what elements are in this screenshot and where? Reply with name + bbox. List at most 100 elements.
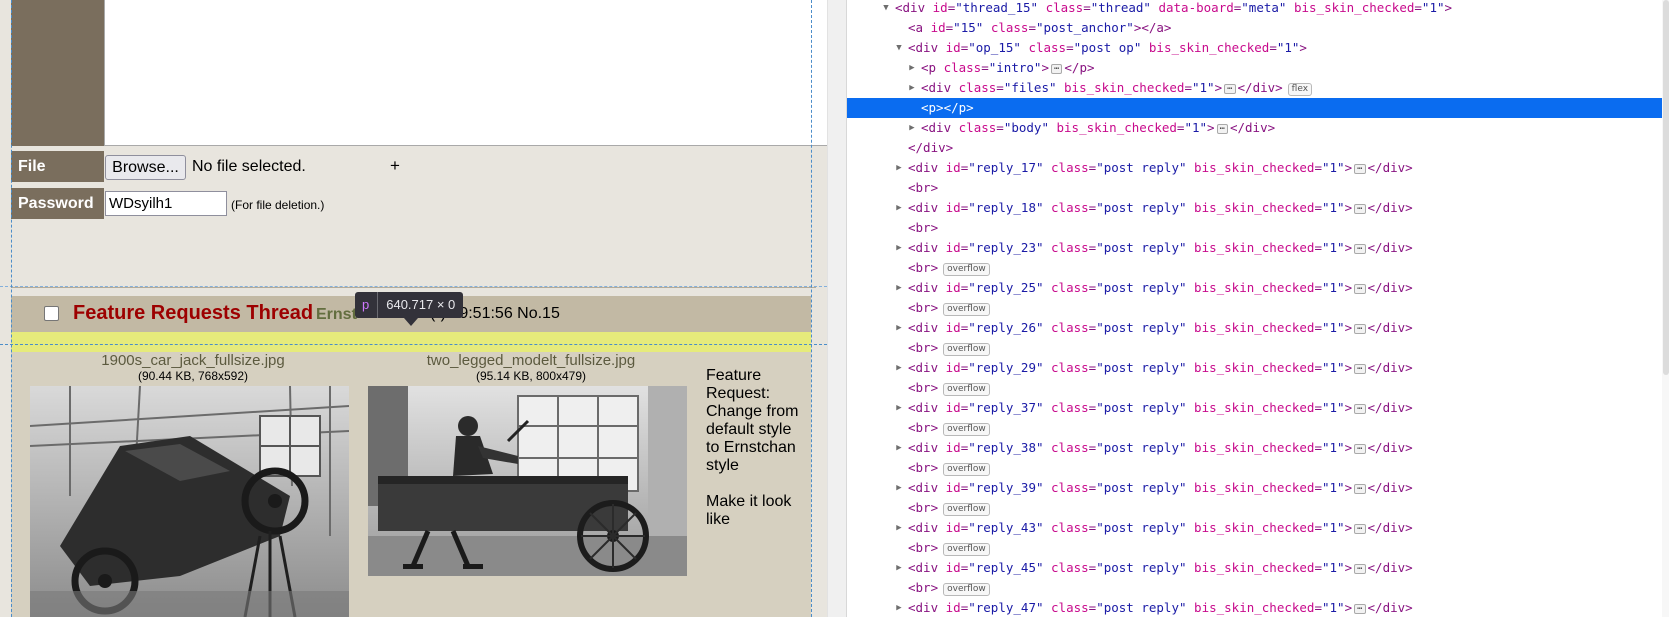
- triangle-right-icon[interactable]: ▶: [894, 158, 904, 178]
- dom-node[interactable]: <br> overflow: [847, 458, 1662, 478]
- triangle-right-icon[interactable]: ▶: [894, 278, 904, 298]
- layout-badge[interactable]: overflow: [943, 343, 990, 356]
- layout-badge[interactable]: overflow: [943, 383, 990, 396]
- ellipsis-icon[interactable]: ⋯: [1354, 604, 1366, 614]
- markup-token: [1187, 320, 1195, 335]
- layout-badge[interactable]: overflow: [943, 503, 990, 516]
- dom-node[interactable]: ▶ <div id="reply_26" class="post reply" b…: [847, 318, 1662, 338]
- ellipsis-icon[interactable]: ⋯: [1354, 484, 1366, 494]
- layout-badge[interactable]: overflow: [943, 543, 990, 556]
- markup-token: class: [1051, 520, 1089, 535]
- layout-badge[interactable]: overflow: [943, 583, 990, 596]
- dom-node[interactable]: ▶ <div id="reply_45" class="post reply" b…: [847, 558, 1662, 578]
- triangle-right-icon[interactable]: ▶: [894, 478, 904, 498]
- thread-subject: Feature Requests Thread: [73, 302, 314, 324]
- thumbnail-two-legged-model-t[interactable]: [368, 386, 687, 576]
- ellipsis-icon[interactable]: ⋯: [1354, 244, 1366, 254]
- triangle-right-icon[interactable]: ▶: [894, 358, 904, 378]
- dom-node[interactable]: <br> overflow: [847, 258, 1662, 278]
- page-scrollbar[interactable]: [827, 0, 846, 617]
- ellipsis-icon[interactable]: ⋯: [1354, 524, 1366, 534]
- dom-node[interactable]: </div>: [847, 138, 1662, 158]
- dom-node[interactable]: <br> overflow: [847, 378, 1662, 398]
- comment-textarea[interactable]: [104, 0, 827, 146]
- dom-node-selected[interactable]: <p></p>: [847, 98, 1662, 118]
- layout-badge[interactable]: flex: [1287, 83, 1313, 96]
- triangle-right-icon[interactable]: ▶: [894, 198, 904, 218]
- layout-badge[interactable]: overflow: [943, 463, 990, 476]
- ellipsis-icon[interactable]: ⋯: [1216, 124, 1228, 134]
- file-name-link[interactable]: 1900s_car_jack_fullsize.jpg: [30, 352, 356, 369]
- add-file-button[interactable]: +: [390, 156, 400, 176]
- layout-badge[interactable]: overflow: [943, 263, 990, 276]
- file-name-link[interactable]: two_legged_modelt_fullsize.jpg: [368, 352, 694, 369]
- dom-node[interactable]: <br> overflow: [847, 498, 1662, 518]
- markup-token: class: [1051, 360, 1089, 375]
- layout-badge[interactable]: overflow: [943, 423, 990, 436]
- triangle-right-icon[interactable]: ▶: [894, 598, 904, 617]
- markup-token: [1187, 480, 1195, 495]
- dom-node[interactable]: ▶ <div id="reply_29" class="post reply" b…: [847, 358, 1662, 378]
- markup-token: <div: [908, 600, 946, 615]
- dom-node[interactable]: ▼ <div id="thread_15" class="thread" data…: [847, 0, 1662, 18]
- dom-node[interactable]: <br>: [847, 178, 1662, 198]
- ellipsis-icon[interactable]: ⋯: [1354, 284, 1366, 294]
- dom-node[interactable]: <br> overflow: [847, 578, 1662, 598]
- thumbnail-car-jack[interactable]: [30, 386, 349, 617]
- dom-node[interactable]: ▶ <div id="reply_38" class="post reply" b…: [847, 438, 1662, 458]
- triangle-down-icon[interactable]: ▼: [894, 38, 904, 58]
- dom-node[interactable]: <br> overflow: [847, 538, 1662, 558]
- triangle-right-icon[interactable]: ▶: [894, 318, 904, 338]
- dom-node[interactable]: <br> overflow: [847, 418, 1662, 438]
- dom-node[interactable]: ▶ <div class="body" bis_skin_checked="1">…: [847, 118, 1662, 138]
- browse-button[interactable]: Browse...: [105, 155, 186, 180]
- triangle-right-icon[interactable]: ▶: [894, 398, 904, 418]
- markup-token: <div: [908, 440, 946, 455]
- dom-node[interactable]: <a id="15" class="post_anchor"></a>: [847, 18, 1662, 38]
- layout-badge[interactable]: overflow: [943, 303, 990, 316]
- triangle-right-icon[interactable]: ▶: [907, 58, 917, 78]
- markup-token: "reply_38": [968, 440, 1044, 455]
- markup-token: >: [1214, 80, 1223, 95]
- dom-node[interactable]: ▶ <div id="reply_47" class="post reply" b…: [847, 598, 1662, 617]
- triangle-right-icon[interactable]: ▶: [894, 558, 904, 578]
- dom-node[interactable]: ▶ <div id="reply_43" class="post reply" b…: [847, 518, 1662, 538]
- thread-delete-checkbox[interactable]: [44, 306, 59, 321]
- dom-node[interactable]: <br> overflow: [847, 298, 1662, 318]
- post-body-line: Make it look like: [706, 493, 792, 528]
- dom-node[interactable]: ▶ <div id="reply_37" class="post reply" b…: [847, 398, 1662, 418]
- ellipsis-icon[interactable]: ⋯: [1354, 564, 1366, 574]
- triangle-right-icon[interactable]: ▶: [894, 518, 904, 538]
- dom-node[interactable]: ▶ <div id="reply_39" class="post reply" b…: [847, 478, 1662, 498]
- ellipsis-icon[interactable]: ⋯: [1224, 84, 1236, 94]
- dom-node[interactable]: ▼ <div id="op_15" class="post op" bis_ski…: [847, 38, 1662, 58]
- triangle-right-icon[interactable]: ▶: [907, 118, 917, 138]
- ellipsis-icon[interactable]: ⋯: [1354, 204, 1366, 214]
- dom-node[interactable]: ▶ <p class="intro"> ⋯ </p>: [847, 58, 1662, 78]
- dom-node[interactable]: ▶ <div class="files" bis_skin_checked="1"…: [847, 78, 1662, 98]
- ellipsis-icon[interactable]: ⋯: [1050, 64, 1063, 74]
- dom-node[interactable]: <br>: [847, 218, 1662, 238]
- triangle-down-icon[interactable]: ▼: [881, 0, 891, 18]
- dom-node[interactable]: ▶ <div id="reply_18" class="post reply" b…: [847, 198, 1662, 218]
- dom-node[interactable]: ▶ <div id="reply_17" class="post reply" b…: [847, 158, 1662, 178]
- triangle-right-icon[interactable]: ▶: [894, 238, 904, 258]
- triangle-right-icon[interactable]: ▶: [894, 438, 904, 458]
- ellipsis-icon[interactable]: ⋯: [1354, 164, 1366, 174]
- dom-node[interactable]: ▶ <div id="reply_25" class="post reply" b…: [847, 278, 1662, 298]
- dom-node[interactable]: ▶ <div id="reply_23" class="post reply" b…: [847, 238, 1662, 258]
- markup-token: <br>: [908, 460, 939, 475]
- dom-node[interactable]: <br> overflow: [847, 338, 1662, 358]
- file-info: (95.14 KB, 800x479): [475, 369, 587, 383]
- devtools-scroll-thumb[interactable]: [1663, 0, 1669, 375]
- password-input[interactable]: [105, 191, 227, 216]
- ellipsis-icon[interactable]: ⋯: [1354, 364, 1366, 374]
- ellipsis-icon[interactable]: ⋯: [1354, 404, 1366, 414]
- ellipsis-icon[interactable]: ⋯: [1354, 324, 1366, 334]
- markup-token: </div>: [1367, 600, 1413, 615]
- markup-token: =: [1314, 360, 1322, 375]
- ellipsis-icon[interactable]: ⋯: [1354, 444, 1366, 454]
- triangle-right-icon[interactable]: ▶: [907, 78, 917, 98]
- markup-token: "1": [1322, 160, 1345, 175]
- markup-token: >: [1344, 240, 1353, 255]
